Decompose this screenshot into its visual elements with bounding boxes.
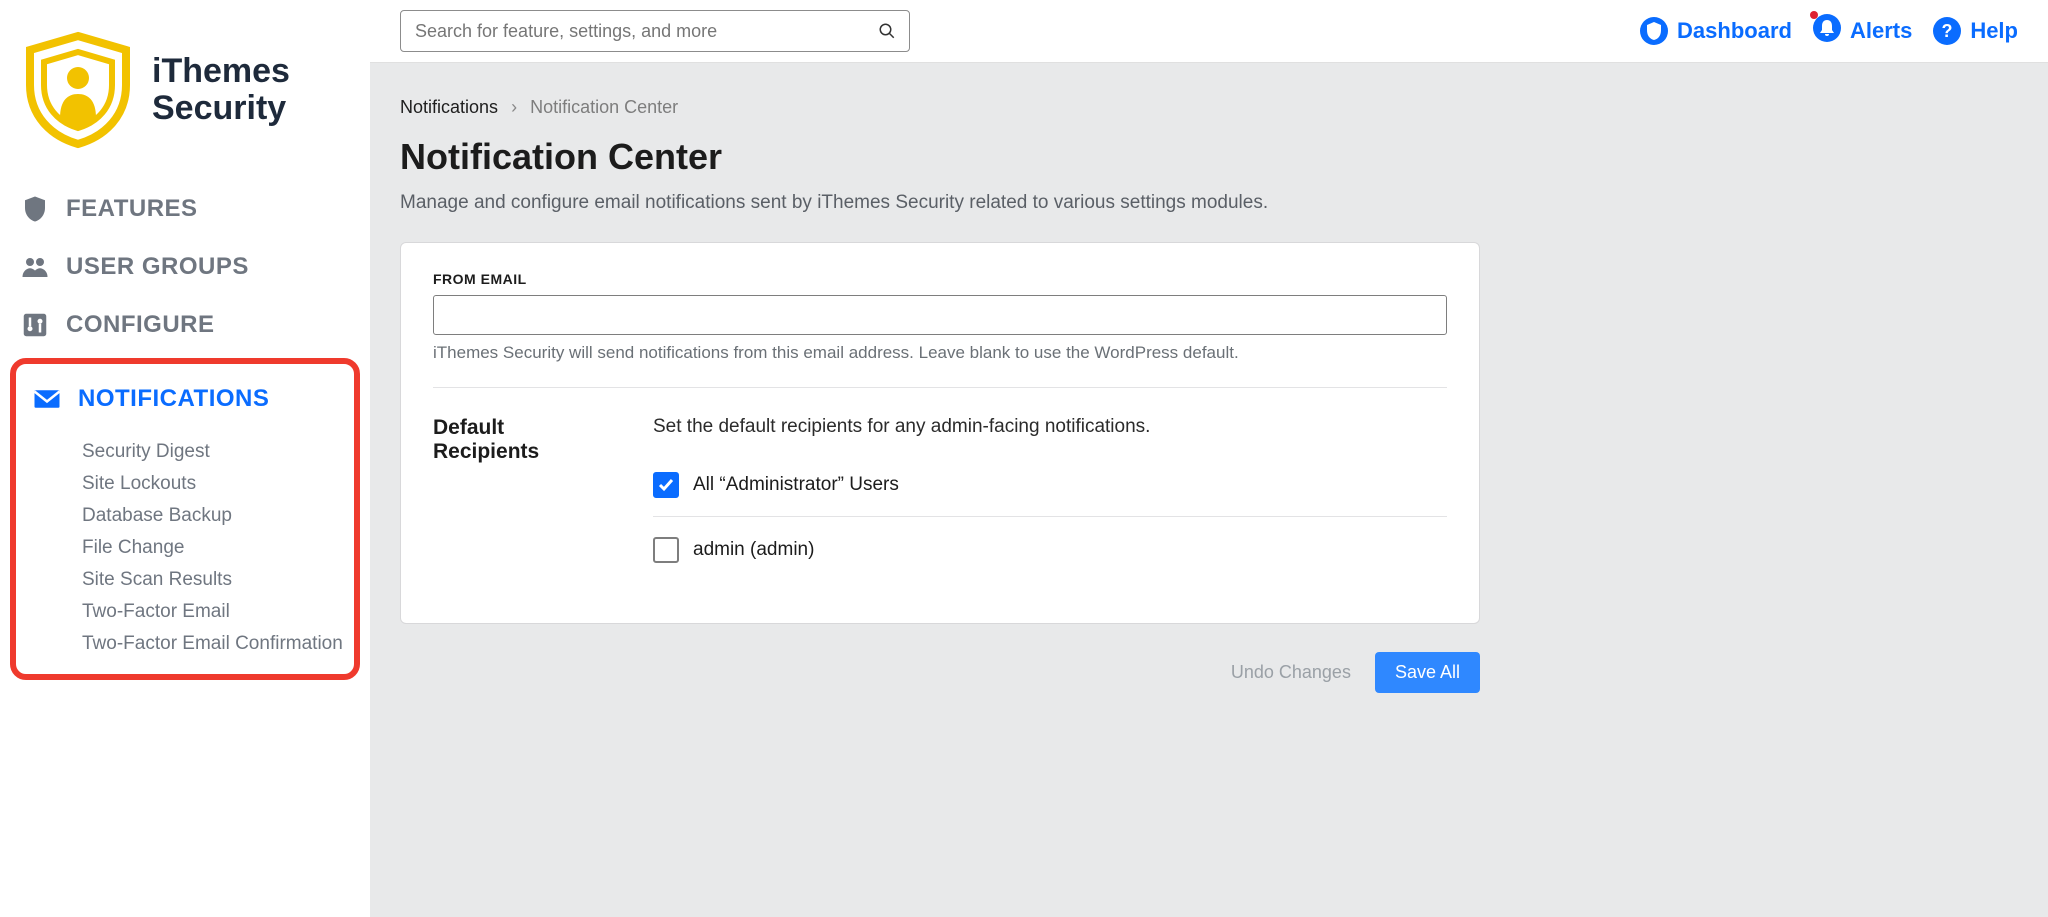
settings-card: FROM EMAIL iThemes Security will send no… [400, 242, 1480, 624]
help-link[interactable]: ? Help [1932, 16, 2018, 46]
dashboard-link[interactable]: Dashboard [1639, 16, 1792, 46]
from-email-help: iThemes Security will send notifications… [433, 343, 1447, 363]
from-email-input[interactable] [433, 295, 1447, 335]
question-circle-icon: ? [1932, 16, 1962, 46]
content-area: Notifications › Notification Center Noti… [370, 63, 2048, 917]
recipient-row: All “Administrator” Users [653, 460, 1447, 517]
sidebar-nav: Features User Groups Configure [10, 180, 360, 354]
recipient-label: admin (admin) [693, 539, 814, 561]
top-link-label: Alerts [1850, 18, 1912, 44]
default-recipients-desc: Set the default recipients for any admin… [653, 416, 1447, 438]
subnav-security-digest[interactable]: Security Digest [82, 436, 348, 468]
notifications-highlight: Notifications Security Digest Site Locko… [10, 358, 360, 680]
page-description: Manage and configure email notifications… [400, 192, 2018, 214]
sidebar-item-label: Notifications [78, 385, 269, 413]
alerts-link[interactable]: Alerts [1812, 13, 1912, 49]
notifications-subnav: Security Digest Site Lockouts Database B… [22, 428, 348, 660]
subnav-database-backup[interactable]: Database Backup [82, 500, 348, 532]
undo-changes-button[interactable]: Undo Changes [1231, 652, 1351, 693]
subnav-two-factor-email-confirmation[interactable]: Two-Factor Email Confirmation [82, 628, 348, 660]
brand-line1: iThemes [152, 53, 290, 90]
top-link-label: Dashboard [1677, 18, 1792, 44]
sidebar: iThemes Security Features User Groups Co… [0, 0, 370, 917]
recipient-checkbox-admin[interactable] [653, 537, 679, 563]
shield-logo-icon [18, 30, 138, 150]
save-all-button[interactable]: Save All [1375, 652, 1480, 693]
sidebar-item-features[interactable]: Features [10, 180, 360, 238]
sidebar-item-label: User Groups [66, 253, 249, 281]
recipient-label: All “Administrator” Users [693, 474, 899, 496]
sidebar-item-configure[interactable]: Configure [10, 296, 360, 354]
default-recipients-section: Default Recipients Set the default recip… [433, 402, 1447, 595]
breadcrumb: Notifications › Notification Center [400, 97, 2018, 118]
brand-line2: Security [152, 90, 290, 127]
footer-actions: Undo Changes Save All [400, 624, 1510, 703]
subnav-site-lockouts[interactable]: Site Lockouts [82, 468, 348, 500]
users-icon [20, 252, 50, 282]
main-panel: Dashboard Alerts ? Help Notifications › … [370, 0, 2048, 917]
check-icon [658, 477, 674, 493]
recipient-row: admin (admin) [653, 517, 1447, 581]
search-wrap [400, 10, 910, 52]
default-recipients-label: Default Recipients [433, 416, 613, 581]
sidebar-item-label: Features [66, 195, 198, 223]
topbar: Dashboard Alerts ? Help [370, 0, 2048, 63]
shield-circle-icon [1639, 16, 1669, 46]
mail-icon [32, 384, 62, 414]
divider [433, 387, 1447, 388]
shield-icon [20, 194, 50, 224]
chevron-right-icon: › [511, 97, 517, 117]
brand-logo: iThemes Security [10, 20, 360, 180]
breadcrumb-current: Notification Center [530, 97, 678, 117]
sliders-icon [20, 310, 50, 340]
bell-circle-icon [1812, 13, 1842, 43]
svg-text:?: ? [1942, 21, 1953, 41]
sidebar-item-notifications[interactable]: Notifications [22, 370, 348, 428]
search-icon [878, 22, 896, 40]
subnav-site-scan-results[interactable]: Site Scan Results [82, 564, 348, 596]
recipient-checkbox-all-admins[interactable] [653, 472, 679, 498]
subnav-two-factor-email[interactable]: Two-Factor Email [82, 596, 348, 628]
brand-name: iThemes Security [152, 53, 290, 128]
subnav-file-change[interactable]: File Change [82, 532, 348, 564]
from-email-label: FROM EMAIL [433, 271, 1447, 287]
page-title: Notification Center [400, 136, 2018, 178]
search-input[interactable] [400, 10, 910, 52]
sidebar-item-label: Configure [66, 311, 215, 339]
sidebar-item-user-groups[interactable]: User Groups [10, 238, 360, 296]
top-link-label: Help [1970, 18, 2018, 44]
breadcrumb-root[interactable]: Notifications [400, 97, 498, 117]
